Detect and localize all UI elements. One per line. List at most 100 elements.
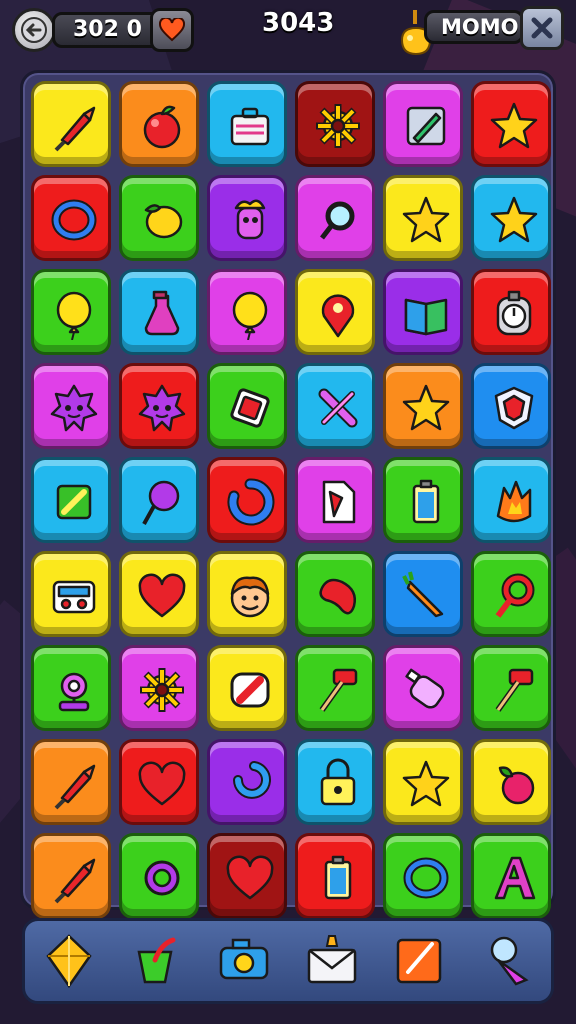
tile[interactable] <box>207 739 287 825</box>
battery-icon <box>324 855 352 900</box>
tile[interactable] <box>383 363 463 449</box>
tile[interactable] <box>383 833 463 919</box>
spiky-monster-icon <box>138 384 186 432</box>
tile[interactable] <box>207 269 287 355</box>
game-board <box>20 70 556 919</box>
star-icon <box>490 102 538 149</box>
spiky-monster-icon <box>50 384 98 432</box>
tile[interactable] <box>119 833 199 919</box>
tile[interactable] <box>31 363 111 449</box>
tile[interactable] <box>471 645 551 731</box>
apple-icon <box>143 105 181 149</box>
tile[interactable] <box>471 833 551 919</box>
tile[interactable] <box>471 551 551 637</box>
tile[interactable] <box>119 269 199 355</box>
bottom-toolbar <box>22 918 554 1004</box>
paint-bucket-tool-icon <box>137 937 176 984</box>
envelope-tool-icon <box>307 935 357 984</box>
tile[interactable] <box>471 269 551 355</box>
tile[interactable] <box>295 551 375 637</box>
tile[interactable] <box>31 81 111 167</box>
letter-a-icon <box>494 856 536 900</box>
rocket-icon <box>54 106 96 152</box>
tile[interactable] <box>295 645 375 731</box>
monster-icon <box>234 199 266 240</box>
tile[interactable] <box>383 551 463 637</box>
tile[interactable] <box>383 269 463 355</box>
rocket-icon <box>54 764 96 810</box>
tile[interactable] <box>383 645 463 731</box>
tile[interactable] <box>383 81 463 167</box>
hook-icon <box>233 761 271 799</box>
tile[interactable] <box>295 81 375 167</box>
tile[interactable] <box>295 457 375 543</box>
radio-icon <box>52 580 96 614</box>
paint-bucket-tool-button[interactable] <box>125 930 187 992</box>
face-icon <box>230 576 270 618</box>
tile[interactable] <box>31 645 111 731</box>
tile[interactable] <box>119 739 199 825</box>
lollipop-icon <box>142 480 180 525</box>
document-icon <box>322 480 356 524</box>
tile[interactable] <box>31 457 111 543</box>
berry-icon <box>498 766 535 805</box>
tile[interactable] <box>31 833 111 919</box>
tile[interactable] <box>119 457 199 543</box>
tile[interactable] <box>119 551 199 637</box>
tile[interactable] <box>383 175 463 261</box>
top-hud: 302 0 3043 MOMO <box>0 0 576 66</box>
flame-icon <box>496 480 532 523</box>
tile[interactable] <box>471 81 551 167</box>
tile[interactable] <box>295 363 375 449</box>
back-button[interactable] <box>12 8 56 52</box>
camera-tool-button[interactable] <box>213 930 275 992</box>
pencil-square-icon <box>406 106 446 146</box>
ice-cream-tool-icon <box>490 936 529 986</box>
tile[interactable] <box>31 269 111 355</box>
gear-icon <box>140 668 184 712</box>
player-name: MOMO <box>424 10 524 44</box>
lives-button[interactable] <box>150 8 194 52</box>
back-arrow-icon <box>21 17 47 43</box>
tile[interactable] <box>31 551 111 637</box>
tile[interactable] <box>207 175 287 261</box>
tile[interactable] <box>31 175 111 261</box>
ice-cream-tool-button[interactable] <box>476 930 538 992</box>
tile[interactable] <box>119 81 199 167</box>
tile[interactable] <box>119 645 199 731</box>
tile[interactable] <box>471 457 551 543</box>
potion-icon <box>144 290 180 336</box>
tile[interactable] <box>207 551 287 637</box>
stopwatch-icon <box>496 290 532 336</box>
tile[interactable] <box>207 81 287 167</box>
balloon-icon <box>56 291 92 340</box>
tile[interactable] <box>207 363 287 449</box>
gem-tool-button[interactable] <box>38 930 100 992</box>
tile[interactable] <box>295 739 375 825</box>
tile[interactable] <box>471 175 551 261</box>
tile[interactable] <box>295 175 375 261</box>
heart-icon <box>226 855 274 900</box>
lemon-icon <box>144 204 183 239</box>
shield-icon <box>494 386 534 430</box>
card-tool-button[interactable] <box>388 930 450 992</box>
tile[interactable] <box>207 457 287 543</box>
tile[interactable] <box>295 269 375 355</box>
tile[interactable] <box>207 645 287 731</box>
flower-icon <box>144 860 180 896</box>
tile[interactable] <box>119 175 199 261</box>
key-icon <box>495 573 535 618</box>
heart-icon <box>138 573 186 618</box>
hammer-icon <box>495 668 534 712</box>
tile[interactable] <box>383 457 463 543</box>
tile[interactable] <box>383 739 463 825</box>
close-button[interactable] <box>520 6 564 50</box>
tile[interactable] <box>207 833 287 919</box>
tile[interactable] <box>119 363 199 449</box>
tile[interactable] <box>295 833 375 919</box>
tile[interactable] <box>471 363 551 449</box>
webcam-icon <box>58 672 90 712</box>
tile[interactable] <box>471 739 551 825</box>
envelope-tool-button[interactable] <box>301 930 363 992</box>
tile[interactable] <box>31 739 111 825</box>
